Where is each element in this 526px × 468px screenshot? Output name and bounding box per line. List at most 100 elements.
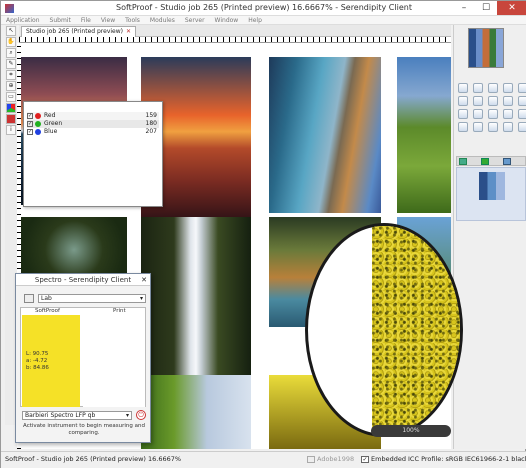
channel-name: Green xyxy=(44,120,63,127)
grid-icon[interactable] xyxy=(488,83,498,93)
instrument-select[interactable]: Barbieri Spectro LFP qb ▾ xyxy=(22,411,132,420)
spectro-title: Spectro - Serendipity Client xyxy=(16,274,150,286)
channel-row-green[interactable]: ✓ Green 180 xyxy=(27,120,159,128)
redo-icon[interactable] xyxy=(473,122,483,132)
fit-page-icon[interactable]: ▭ xyxy=(6,92,16,102)
softproof-column-label: SoftProof xyxy=(35,308,60,314)
status-text: SoftProof - Studio job 265 (Printed prev… xyxy=(5,455,182,463)
embedded-profile-label: Embedded ICC Profile: sRGB IEC61966-2-1 … xyxy=(371,455,526,463)
maximize-button[interactable]: ☐ xyxy=(475,1,497,15)
channel-name: Blue xyxy=(44,128,58,135)
spectro-close-icon[interactable]: ✕ xyxy=(140,276,148,284)
info-icon[interactable] xyxy=(488,109,498,119)
minimize-button[interactable]: – xyxy=(453,1,475,15)
power-icon[interactable]: ⏻ xyxy=(136,410,146,420)
gamut-icon[interactable] xyxy=(488,96,498,106)
crop-tool-icon[interactable]: ⌗ xyxy=(6,70,16,80)
embedded-checkbox[interactable]: ✓ xyxy=(361,456,369,463)
profile-checkbox[interactable] xyxy=(307,456,315,463)
loupe-zoom-label[interactable]: 100% xyxy=(371,425,451,437)
channel-color-icon xyxy=(35,121,41,127)
channel-row-blue[interactable]: ✓ Blue 207 xyxy=(27,128,159,136)
document-icon[interactable] xyxy=(518,109,526,119)
navigator-thumbnail[interactable] xyxy=(468,28,504,68)
channel-checkbox[interactable]: ✓ xyxy=(27,113,33,119)
photo-thumbnail[interactable] xyxy=(269,57,381,213)
page-thumbnail[interactable] xyxy=(456,167,526,221)
instrument-value: Barbieri Spectro LFP qb xyxy=(25,412,96,419)
tab-label: Studio job 265 (Printed preview) xyxy=(26,28,123,35)
thumbnails-tab-icon[interactable] xyxy=(459,158,467,165)
channel-row-red[interactable]: ✓ Red 159 xyxy=(27,112,159,120)
zoom-tool-icon[interactable]: ⌕ xyxy=(6,48,16,58)
status-bar: SoftProof - Studio job 265 (Printed prev… xyxy=(1,451,526,468)
channels-panel: ✓ Red 159 ✓ Green 180 ✓ Blue 207 xyxy=(23,101,163,207)
channel-name: Red xyxy=(44,112,56,119)
menu-submit[interactable]: Submit xyxy=(45,16,76,24)
color-icon[interactable] xyxy=(6,114,16,124)
panel-tabbar xyxy=(456,156,526,166)
tab-close-icon[interactable]: ✕ xyxy=(126,28,131,35)
print-swatch xyxy=(83,315,145,407)
lock-icon[interactable] xyxy=(503,109,513,119)
copy-icon[interactable] xyxy=(488,122,498,132)
colorspace-value: Lab xyxy=(41,295,52,302)
palette-icon[interactable] xyxy=(458,83,468,93)
magnifier-loupe[interactable] xyxy=(305,223,463,437)
channel-value: 207 xyxy=(145,128,157,135)
channel-color-icon xyxy=(35,129,41,135)
eyedropper-tool-icon[interactable]: ✎ xyxy=(6,59,16,69)
photo-thumbnail[interactable] xyxy=(141,375,251,449)
pointer-tool-icon[interactable]: ↖ xyxy=(6,26,16,36)
hand-tool-icon[interactable]: ✋ xyxy=(6,37,16,47)
document-tabbar: Studio job 265 (Printed preview) ✕ xyxy=(19,25,451,37)
delete-icon[interactable] xyxy=(518,122,526,132)
colorspace-select[interactable]: Lab ▾ xyxy=(38,294,146,303)
print-column-label: Print xyxy=(113,308,126,314)
pages-tab-icon[interactable] xyxy=(481,158,489,165)
undo-icon[interactable] xyxy=(458,122,468,132)
menu-modules[interactable]: Modules xyxy=(145,16,180,24)
menu-window[interactable]: Window xyxy=(210,16,244,24)
menu-bar: Application Submit File View Tools Modul… xyxy=(1,16,526,25)
settings-icon[interactable] xyxy=(518,83,526,93)
menu-tools[interactable]: Tools xyxy=(120,16,145,24)
histogram-icon[interactable] xyxy=(473,96,483,106)
instrument-hint: Activate instrument to begin measuring a… xyxy=(23,423,145,436)
softproof-swatch: L: 90.75 a: -4.72 b: 84.86 xyxy=(22,315,80,407)
right-panel xyxy=(453,25,526,449)
photo-thumbnail[interactable] xyxy=(397,57,451,213)
lab-l-value: L: 90.75 xyxy=(26,351,49,357)
menu-help[interactable]: Help xyxy=(243,16,267,24)
spectro-window: Spectro - Serendipity Client ✕ Lab ▾ Soft… xyxy=(15,273,151,443)
menu-file[interactable]: File xyxy=(76,16,96,24)
info-icon[interactable]: i xyxy=(6,125,16,135)
menu-server[interactable]: Server xyxy=(180,16,210,24)
profile-label: Adobe1998 xyxy=(317,455,355,463)
print-icon[interactable] xyxy=(518,96,526,106)
measure-tool-icon[interactable]: ⊕ xyxy=(6,81,16,91)
app-window: SoftProof - Studio job 265 (Printed prev… xyxy=(0,0,526,468)
lab-a-value: a: -4.72 xyxy=(26,358,48,364)
list-tab-icon[interactable] xyxy=(503,158,511,165)
compare-icon[interactable] xyxy=(473,83,483,93)
title-bar: SoftProof - Studio job 265 (Printed prev… xyxy=(1,1,526,16)
rotate-icon[interactable] xyxy=(473,109,483,119)
close-button[interactable]: ✕ xyxy=(497,1,526,15)
channel-checkbox[interactable]: ✓ xyxy=(27,121,33,127)
paste-icon[interactable] xyxy=(503,122,513,132)
channel-color-icon xyxy=(35,113,41,119)
menu-view[interactable]: View xyxy=(96,16,120,24)
magnified-image xyxy=(372,226,460,434)
swatch-icon[interactable] xyxy=(458,96,468,106)
instrument-icon[interactable] xyxy=(24,294,34,303)
photo-thumbnail[interactable] xyxy=(141,217,251,393)
menu-application[interactable]: Application xyxy=(1,16,45,24)
tab-studio-job[interactable]: Studio job 265 (Printed preview) ✕ xyxy=(21,26,137,37)
channel-checkbox[interactable]: ✓ xyxy=(27,129,33,135)
refresh-icon[interactable] xyxy=(458,109,468,119)
channel-value: 180 xyxy=(145,120,157,127)
channels-icon[interactable] xyxy=(6,103,16,113)
picker-icon[interactable] xyxy=(503,96,513,106)
layers-icon[interactable] xyxy=(503,83,513,93)
